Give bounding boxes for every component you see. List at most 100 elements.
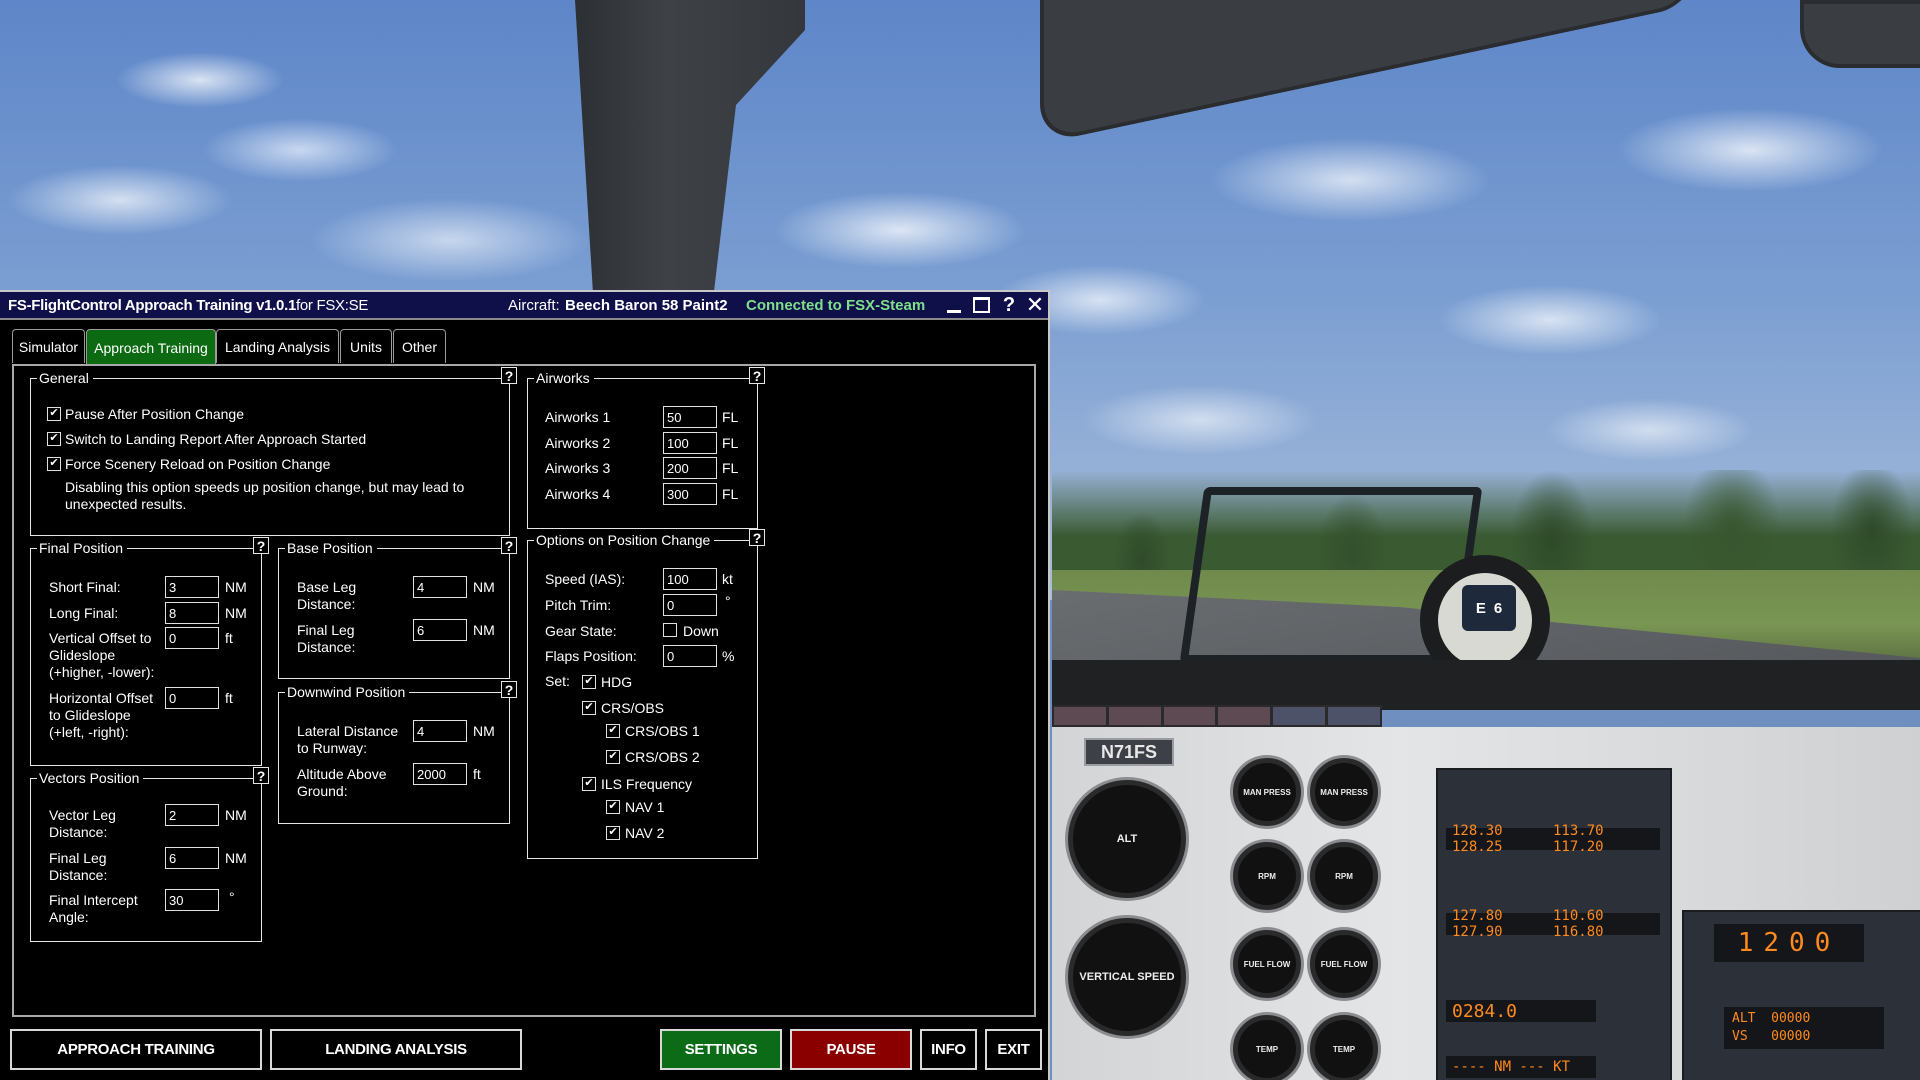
altitude-above-ground-input[interactable] [413,763,467,785]
set-crs-obs-1-checkbox[interactable] [606,724,620,738]
options-on-position-change-group: Options on Position Change ? Speed (IAS)… [527,529,765,859]
checkbox-label[interactable]: HDG [601,674,632,690]
checkbox-label[interactable]: Switch to Landing Report After Approach … [65,431,366,447]
checkbox-label[interactable]: CRS/OBS 1 [625,723,700,739]
pitch-trim-input[interactable] [663,594,717,616]
group-title: General [37,369,93,387]
group-title: Downwind Position [285,683,410,701]
checkbox-label[interactable]: ILS Frequency [601,776,692,792]
checkbox-label[interactable]: Pause After Position Change [65,406,244,422]
field-label: Horizontal Offset to Glideslope (+left, … [49,690,154,740]
help-icon[interactable]: ? [501,367,517,384]
set-nav-1-checkbox[interactable] [606,800,620,814]
field-label: Final Leg Distance: [297,622,356,655]
help-icon[interactable]: ? [253,537,269,554]
help-icon[interactable]: ? [501,681,517,698]
help-icon[interactable]: ? [749,367,765,384]
vectors-position-group: Vectors Position ? Vector Leg Distance: … [30,767,269,942]
unit-label: FL [722,486,739,502]
unit-label: NM [225,579,247,595]
transponder-display: 1200 [1714,924,1864,962]
help-icon[interactable]: ? [749,529,765,546]
gear-down-checkbox[interactable] [663,623,677,637]
sun-visor-right [1800,0,1920,68]
unit-label: % [722,648,735,664]
approach-training-button[interactable]: APPROACH TRAINING [10,1029,262,1070]
adf-display: 0284.0 [1446,1000,1596,1022]
checkbox-label[interactable]: NAV 1 [625,799,664,815]
set-hdg-checkbox[interactable] [582,675,596,689]
set-crs-obs-checkbox[interactable] [582,701,596,715]
checkbox-label[interactable]: CRS/OBS [601,700,664,716]
horizontal-offset-input[interactable] [165,687,219,709]
vertical-offset-input[interactable] [165,627,219,649]
title-bar[interactable]: FS-FlightControl Approach Training v1.0.… [0,292,1048,320]
fuel-flow-gauge-left: FUEL FLOW [1233,930,1301,998]
checkbox-label[interactable]: Force Scenery Reload on Position Change [65,456,330,472]
unit-label: FL [722,435,739,451]
app-title-name: FS-FlightControl Approach Training v1.0.… [8,297,296,314]
lateral-distance-input[interactable] [413,720,467,742]
tab-other[interactable]: Other [393,329,446,363]
glareshield [1052,660,1920,710]
adf-frequency: 0284.0 [1452,1000,1518,1022]
airworks-2-input[interactable] [663,432,717,454]
aircraft-label: Aircraft: [508,297,560,314]
minimize-icon[interactable] [943,294,965,316]
airworks-3-input[interactable] [663,457,717,479]
final-leg-distance-input[interactable] [165,847,219,869]
help-icon[interactable]: ? [501,537,517,554]
tab-units[interactable]: Units [340,329,392,363]
help-icon[interactable]: ? [998,294,1020,316]
compass-digit: 6 [1493,599,1503,617]
set-nav-2-checkbox[interactable] [606,826,620,840]
set-crs-obs-2-checkbox[interactable] [606,750,620,764]
switch-to-landing-report-checkbox[interactable] [47,432,61,446]
unit-label: ° [725,593,731,609]
field-label: Altitude Above Ground: [297,766,387,799]
unit-label: NM [473,579,495,595]
field-label: Base Leg Distance: [297,579,357,612]
temp-gauge-left: TEMP [1233,1015,1301,1080]
base-leg-distance-input[interactable] [413,576,467,598]
long-final-input[interactable] [165,602,219,624]
settings-button[interactable]: SETTINGS [660,1029,782,1070]
pause-after-position-change-checkbox[interactable] [47,407,61,421]
pause-button[interactable]: PAUSE [790,1029,912,1070]
airworks-4-input[interactable] [663,483,717,505]
maximize-icon[interactable] [970,294,992,316]
vector-leg-distance-input[interactable] [165,804,219,826]
field-label: Airworks 2 [545,435,611,451]
checkbox-label[interactable]: NAV 2 [625,825,664,841]
close-icon[interactable]: ✕ [1024,292,1046,317]
nav1-frequency: 113.70 117.20 [1553,823,1604,855]
info-button[interactable]: INFO [920,1029,977,1070]
rpm-gauge-right: RPM [1310,842,1378,910]
speed-ias-input[interactable] [663,568,717,590]
short-final-input[interactable] [165,576,219,598]
group-title: Options on Position Change [534,531,715,549]
exit-button[interactable]: EXIT [985,1029,1042,1070]
airworks-1-input[interactable] [663,406,717,428]
tab-simulator[interactable]: Simulator [12,329,85,363]
flaps-position-input[interactable] [663,645,717,667]
checkbox-label[interactable]: Down [683,623,719,639]
force-scenery-reload-checkbox[interactable] [47,457,61,471]
tab-landing-analysis[interactable]: Landing Analysis [216,329,339,363]
field-label: Airworks 1 [545,409,611,425]
unit-label: ° [229,889,235,905]
manifold-pressure-gauge-left: MAN PRESS [1233,758,1301,826]
help-icon[interactable]: ? [253,767,269,784]
checkbox-label[interactable]: CRS/OBS 2 [625,749,700,765]
general-group: General ? Pause After Position Change Sw… [30,367,517,536]
unit-label: ft [225,690,233,706]
unit-label: FL [722,460,739,476]
final-intercept-angle-input[interactable] [165,889,219,911]
tab-approach-training[interactable]: Approach Training [86,329,216,365]
set-ils-frequency-checkbox[interactable] [582,777,596,791]
manifold-pressure-gauge-right: MAN PRESS [1310,758,1378,826]
field-label: Short Final: [49,579,121,595]
autopilot-display: ALT 00000 VS 00000 [1724,1007,1884,1049]
landing-analysis-button[interactable]: LANDING ANALYSIS [270,1029,522,1070]
final-leg-distance-input[interactable] [413,619,467,641]
